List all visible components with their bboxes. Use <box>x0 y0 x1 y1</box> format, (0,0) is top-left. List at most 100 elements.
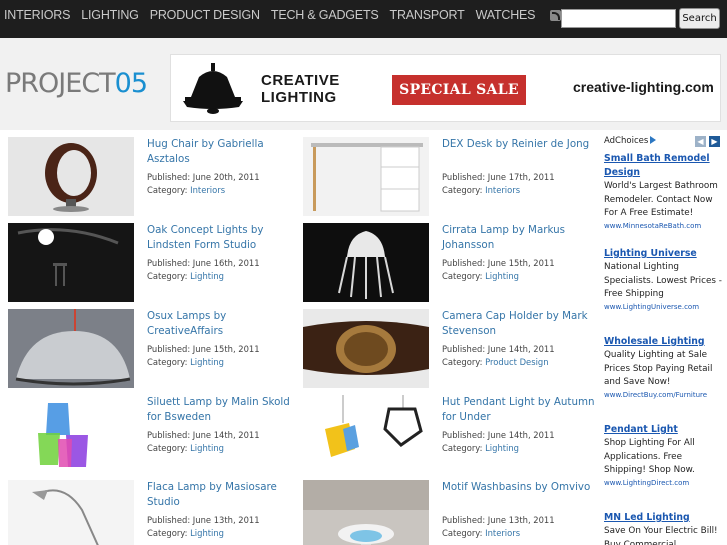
post-item: Hug Chair by Gabriella Asztalos Publishe… <box>8 137 298 221</box>
nav-item-lighting[interactable]: LIGHTING <box>81 8 139 22</box>
ad-title[interactable]: MN Led Lighting <box>604 511 724 525</box>
post-category-label: Category: <box>147 528 188 538</box>
post-category-link[interactable]: Lighting <box>190 443 224 453</box>
post-date: Published: June 16th, 2011 <box>147 258 260 268</box>
ad-title[interactable]: Wholesale Lighting <box>604 335 724 349</box>
post-title[interactable]: Hut Pendant Light by Autumn for Under <box>442 395 597 425</box>
ad-title[interactable]: Pendant Light <box>604 423 724 437</box>
post-category-row: Category: Interiors <box>442 527 597 540</box>
post-title[interactable]: Hug Chair by Gabriella Asztalos <box>147 137 302 167</box>
post-thumbnail[interactable] <box>303 223 429 302</box>
post-thumbnail[interactable] <box>303 137 429 216</box>
post-category-label: Category: <box>442 357 483 367</box>
post-meta: Published: June 14th, 2011 Category: Lig… <box>442 429 597 455</box>
post-title[interactable]: DEX Desk by Reinier de Jong <box>442 137 597 152</box>
rss-icon[interactable] <box>550 9 562 21</box>
ad-item: Wholesale Lighting Quality Lighting at S… <box>604 335 724 400</box>
post-thumbnail[interactable] <box>303 309 429 388</box>
post-date: Published: June 14th, 2011 <box>147 430 260 440</box>
search-input[interactable] <box>561 9 676 28</box>
ad-url[interactable]: www.LightingDirect.com <box>604 478 724 488</box>
post-category-link[interactable]: Lighting <box>485 271 519 281</box>
nav-item-watches[interactable]: WATCHES <box>476 8 536 22</box>
post-meta: Published: June 16th, 2011 Category: Lig… <box>147 257 302 283</box>
ad-item: Lighting Universe National Lighting Spec… <box>604 247 724 312</box>
ad-url[interactable]: www.LightingUniverse.com <box>604 302 724 312</box>
post-thumbnail[interactable] <box>8 480 134 545</box>
site-logo[interactable]: PROJECT05 <box>5 68 148 99</box>
logo-number: 05 <box>114 68 148 99</box>
ad-url[interactable]: www.MinnesotaReBath.com <box>604 221 724 231</box>
post-category-link[interactable]: Lighting <box>485 443 519 453</box>
ad-item: Pendant Light Shop Lighting For All Appl… <box>604 423 724 488</box>
post-category-label: Category: <box>147 357 188 367</box>
post-title[interactable]: Oak Concept Lights by Lindsten Form Stud… <box>147 223 302 253</box>
post-meta: Published: June 13th, 2011 Category: Lig… <box>147 514 302 540</box>
banner-brand-line1: CREATIVE <box>261 72 340 89</box>
post-category-link[interactable]: Lighting <box>190 271 224 281</box>
post-date: Published: June 20th, 2011 <box>147 172 260 182</box>
ad-item: Small Bath Remodel Design World's Largest… <box>604 152 724 231</box>
post-meta: Published: June 17th, 2011 Category: Int… <box>442 171 597 197</box>
ad-url[interactable]: www.DirectBuy.com/Furniture <box>604 390 724 400</box>
post-thumbnail[interactable] <box>8 137 134 216</box>
nav-item-interiors[interactable]: INTERIORS <box>4 8 70 22</box>
ad-next-icon[interactable]: ▶ <box>709 136 720 147</box>
banner-ad[interactable]: CREATIVE LIGHTING SPECIAL SALE creative-… <box>170 54 721 122</box>
post-category-label: Category: <box>442 528 483 538</box>
post-date: Published: June 14th, 2011 <box>442 430 555 440</box>
ad-body: Save On Your Electric Bill! Buy Commerci… <box>604 526 718 545</box>
post-thumbnail[interactable] <box>303 395 429 474</box>
post-item: Flaca Lamp by Masiosare Studio Published… <box>8 480 298 545</box>
post-thumbnail[interactable] <box>8 223 134 302</box>
post-category-row: Category: Lighting <box>147 356 302 369</box>
page: INTERIORS LIGHTING PRODUCT DESIGN TECH &… <box>0 0 727 545</box>
post-thumbnail[interactable] <box>303 480 429 545</box>
category-nav: INTERIORS LIGHTING PRODUCT DESIGN TECH &… <box>4 0 585 30</box>
banner-brand-line2: LIGHTING <box>261 89 337 106</box>
nav-item-tech-gadgets[interactable]: TECH & GADGETS <box>271 8 379 22</box>
post-title[interactable]: Cirrata Lamp by Markus Johansson <box>442 223 597 253</box>
post-title[interactable]: Osux Lamps by CreativeAffairs <box>147 309 302 339</box>
ad-title-line1: Small Bath Remodel <box>604 153 710 164</box>
nav-item-transport[interactable]: TRANSPORT <box>390 8 465 22</box>
post-category-label: Category: <box>442 271 483 281</box>
post-category-link[interactable]: Product Design <box>485 357 548 367</box>
post-category-link[interactable]: Interiors <box>190 185 225 195</box>
post-meta: Published: June 15th, 2011 Category: Lig… <box>442 257 597 283</box>
post-date: Published: June 13th, 2011 <box>147 515 260 525</box>
post-category-row: Category: Interiors <box>147 184 302 197</box>
ad-body: Shop Lighting For All Applications. Free… <box>604 438 695 476</box>
post-category-link[interactable]: Interiors <box>485 528 520 538</box>
post-thumbnail[interactable] <box>8 395 134 474</box>
post-title[interactable]: Camera Cap Holder by Mark Stevenson <box>442 309 597 339</box>
ad-title-line2: Design <box>604 167 641 178</box>
post-category-row: Category: Lighting <box>442 270 597 283</box>
post-thumbnail[interactable] <box>8 309 134 388</box>
post-category-row: Category: Lighting <box>147 270 302 283</box>
post-meta: Published: June 13th, 2011 Category: Int… <box>442 514 597 540</box>
post-category-link[interactable]: Interiors <box>485 185 520 195</box>
adchoices-label[interactable]: AdChoices <box>604 136 657 146</box>
post-item: Camera Cap Holder by Mark Stevenson Publ… <box>303 309 593 393</box>
post-item: Siluett Lamp by Malin Skold for Bsweden … <box>8 395 298 479</box>
post-date: Published: June 15th, 2011 <box>442 258 555 268</box>
post-meta: Published: June 14th, 2011 Category: Lig… <box>147 429 302 455</box>
adchoices-text: AdChoices <box>604 136 649 146</box>
search-button[interactable]: Search <box>679 8 720 29</box>
post-title[interactable]: Flaca Lamp by Masiosare Studio <box>147 480 302 510</box>
post-title[interactable]: Motif Washbasins by Omvivo <box>442 480 597 495</box>
post-category-link[interactable]: Lighting <box>190 357 224 367</box>
banner-sale-badge: SPECIAL SALE <box>392 75 526 105</box>
ad-title[interactable]: Small Bath Remodel Design <box>604 152 724 180</box>
post-category-row: Category: Lighting <box>442 442 597 455</box>
post-category-row: Category: Lighting <box>147 442 302 455</box>
ad-title[interactable]: Lighting Universe <box>604 247 724 261</box>
nav-item-product-design[interactable]: PRODUCT DESIGN <box>150 8 260 22</box>
ad-prev-icon[interactable]: ◀ <box>695 136 706 147</box>
post-category-label: Category: <box>147 271 188 281</box>
post-category-label: Category: <box>442 443 483 453</box>
banner-brand: CREATIVE LIGHTING <box>261 72 340 106</box>
post-category-link[interactable]: Lighting <box>190 528 224 538</box>
post-title[interactable]: Siluett Lamp by Malin Skold for Bsweden <box>147 395 302 425</box>
